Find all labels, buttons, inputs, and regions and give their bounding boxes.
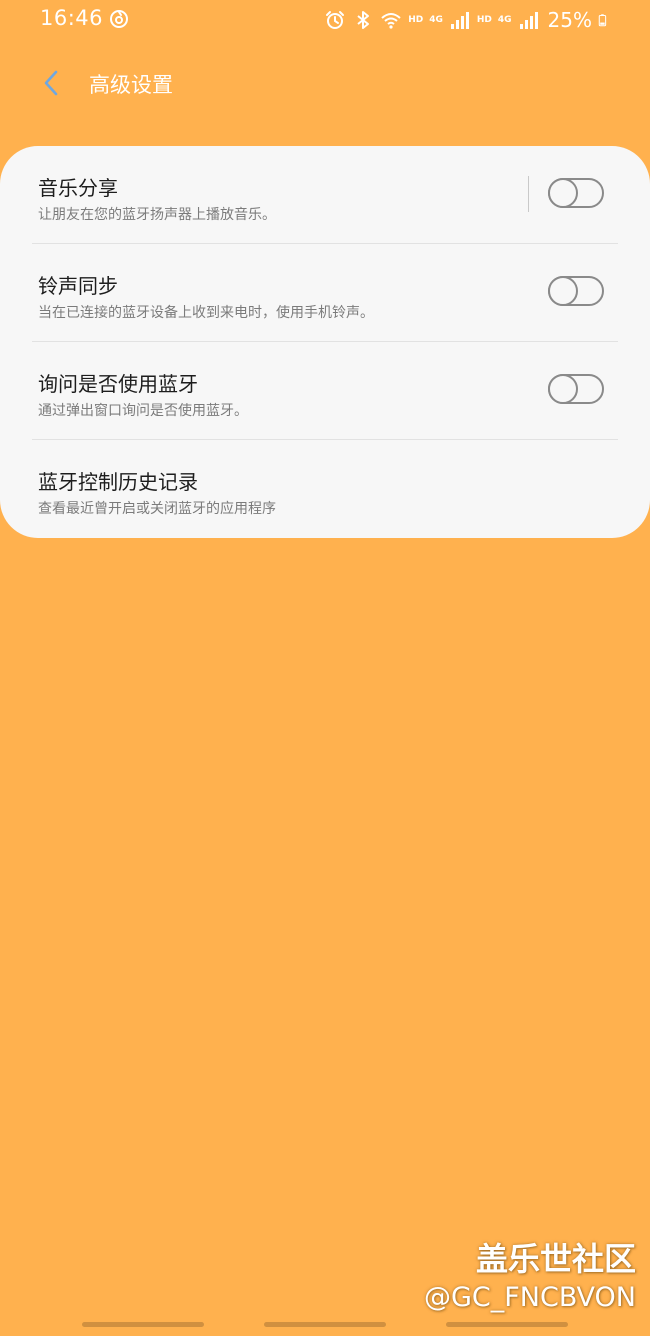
status-icons: HD 4G HD 4G 25%	[324, 8, 612, 32]
setting-subtitle: 查看最近曾开启或关闭蓝牙的应用程序	[38, 501, 276, 517]
app-header: 高级设置	[0, 58, 650, 108]
settings-card: 音乐分享 让朋友在您的蓝牙扬声器上播放音乐。 铃声同步 当在已连接的蓝牙设备上收…	[0, 146, 650, 538]
nav-recents-button[interactable]	[82, 1322, 204, 1327]
toggle-knob	[548, 178, 578, 208]
chevron-left-icon	[44, 70, 58, 96]
toggle-knob	[548, 276, 578, 306]
network-label: 4G	[429, 15, 443, 25]
setting-title: 音乐分享	[38, 176, 118, 200]
navigation-bar	[0, 1318, 650, 1336]
alarm-icon	[326, 11, 345, 29]
watermark-handle: @GC_FNCBVON	[424, 1282, 636, 1313]
back-button[interactable]	[34, 66, 68, 100]
setting-subtitle: 让朋友在您的蓝牙扬声器上播放音乐。	[38, 207, 276, 223]
battery-icon	[598, 14, 607, 27]
bluetooth-icon	[357, 11, 370, 29]
status-time: 16:46	[40, 6, 104, 30]
setting-ringtone-sync[interactable]: 铃声同步 当在已连接的蓝牙设备上收到来电时，使用手机铃声。	[0, 244, 650, 342]
toggle-knob	[548, 374, 578, 404]
vertical-divider	[528, 176, 529, 212]
setting-music-share[interactable]: 音乐分享 让朋友在您的蓝牙扬声器上播放音乐。	[0, 146, 650, 244]
netease-music-icon	[110, 10, 128, 28]
setting-subtitle: 当在已连接的蓝牙设备上收到来电时，使用手机铃声。	[38, 305, 374, 321]
network-label: 4G	[497, 15, 512, 25]
setting-title: 蓝牙控制历史记录	[38, 470, 198, 494]
signal-icon	[519, 12, 538, 29]
hd-label: HD	[408, 15, 424, 25]
ringtone-sync-toggle[interactable]	[548, 276, 604, 306]
signal-icon	[450, 12, 469, 29]
setting-title: 询问是否使用蓝牙	[38, 372, 198, 396]
nav-home-button[interactable]	[264, 1322, 386, 1327]
setting-title: 铃声同步	[38, 274, 118, 298]
watermark-site: 盖乐世社区	[475, 1240, 636, 1278]
setting-ask-bluetooth[interactable]: 询问是否使用蓝牙 通过弹出窗口询问是否使用蓝牙。	[0, 342, 650, 440]
wifi-icon	[381, 13, 401, 29]
page-title: 高级设置	[89, 73, 173, 97]
hd-label: HD	[476, 15, 492, 25]
music-share-toggle[interactable]	[548, 178, 604, 208]
status-bar: 16:46 HD 4G HD 4G 25%	[0, 0, 650, 40]
setting-subtitle: 通过弹出窗口询问是否使用蓝牙。	[38, 403, 248, 419]
setting-bluetooth-history[interactable]: 蓝牙控制历史记录 查看最近曾开启或关闭蓝牙的应用程序	[0, 440, 650, 538]
ask-bluetooth-toggle[interactable]	[548, 374, 604, 404]
nav-back-button[interactable]	[446, 1322, 568, 1327]
battery-percent: 25%	[547, 8, 592, 32]
